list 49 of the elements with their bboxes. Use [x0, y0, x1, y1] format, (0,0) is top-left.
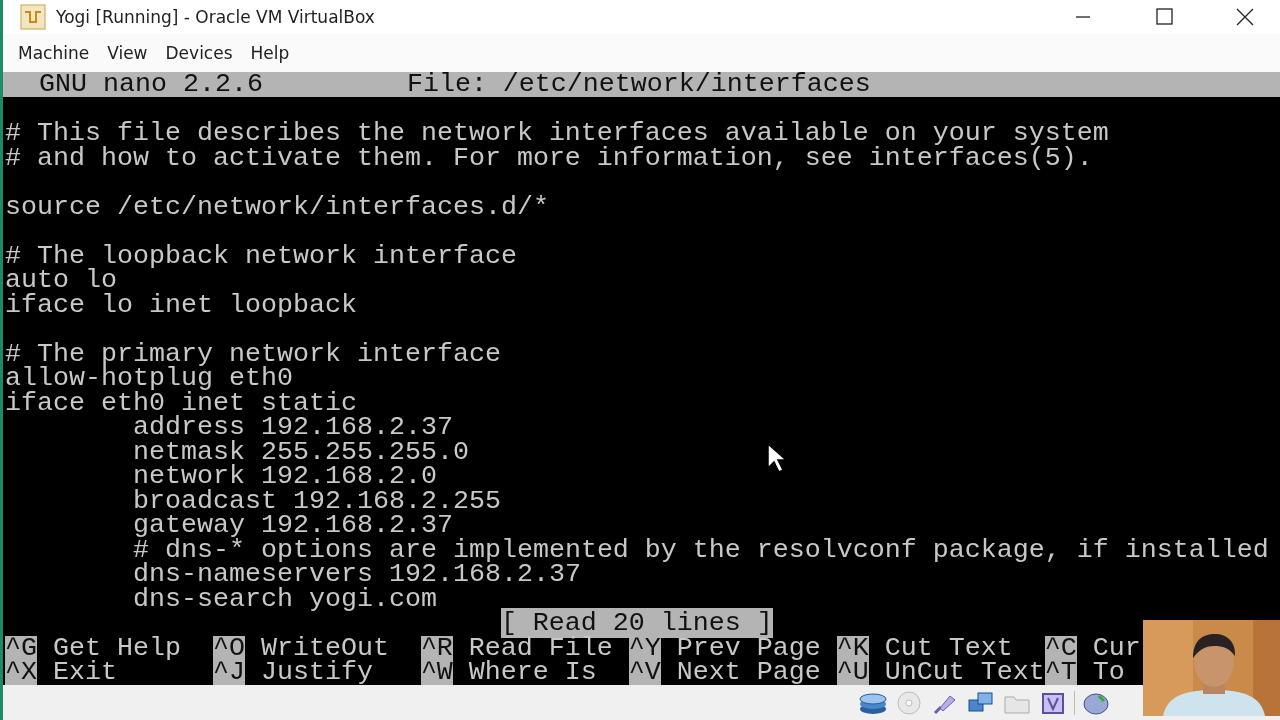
shortcut-label: Next Page [676, 660, 821, 685]
code-line: # and how to activate them. For more information, see interfaces(5). [5, 145, 1093, 170]
shortcut-key: ^R [420, 635, 453, 660]
shortcut-label: Exit [53, 660, 117, 685]
code-line: broadcast 192.168.2.255 [132, 488, 501, 513]
shortcut-label: Cut Text [884, 635, 1013, 660]
shortcut-key: ^U [836, 660, 869, 685]
shortcut-label: To [1092, 660, 1125, 685]
shortcut-key: ^G [5, 635, 37, 660]
menu-item[interactable]: Machine [9, 43, 99, 63]
shortcut-key: ^J [212, 660, 245, 685]
code-line: gateway 192.168.2.37 [132, 513, 453, 538]
menu-item[interactable]: View [98, 43, 157, 63]
shortcut-key: ^V [628, 660, 661, 685]
status-message: [ Read 20 lines ] [500, 608, 773, 638]
shortcut-key: ^C [1044, 635, 1077, 660]
menu-item[interactable]: Help [241, 43, 299, 63]
editor-version: GNU nano 2.2.6 [39, 72, 264, 97]
menu-item[interactable]: Devices [156, 43, 242, 63]
shortcut-key: ^O [212, 635, 245, 660]
shortcut-label: Prev Page [676, 635, 821, 660]
shortcut-key: ^K [836, 635, 869, 660]
code-line: iface eth0 inet static [5, 390, 357, 415]
shortcut-key: ^T [1044, 660, 1077, 685]
code-line: address 192.168.2.37 [132, 415, 453, 440]
code-line: # This file describes the network interfaces available on your system [5, 121, 1109, 146]
shortcut-label: UnCut Text [884, 660, 1045, 685]
code-line: allow-hotplug eth0 [5, 366, 293, 391]
shortcut-key: ^X [5, 660, 37, 685]
shortcut-label: WriteOut [260, 635, 389, 660]
shortcut-label: Where Is [468, 660, 597, 685]
code-line: # The primary network interface [5, 341, 501, 366]
code-line: # dns-* options are implemented by the resolvconf package, if installed [132, 537, 1269, 562]
code-line: dns-search yogi.com [132, 586, 437, 611]
shortcut-label: Get Help [53, 635, 181, 660]
shortcut-label: Read File [468, 635, 613, 660]
code-line: netmask 255.255.255.0 [132, 439, 469, 464]
file-name: File: /etc/network/interfaces [406, 72, 871, 97]
code-line: iface lo inet loopback [5, 292, 357, 317]
code-line: network 192.168.2.0 [132, 464, 437, 489]
code-line: dns-nameservers 192.168.2.37 [132, 562, 581, 587]
shortcut-label: Cur [1092, 635, 1141, 660]
shortcut-label: Justify [260, 660, 373, 685]
code-line: # The loopback network interface [5, 243, 517, 268]
code-line: auto lo [5, 268, 117, 293]
window-title: Yogi [Running] - Oracle VM VirtualBox [56, 7, 376, 27]
shortcut-key: ^W [420, 660, 453, 685]
code-line: source /etc/network/interfaces.d/* [5, 194, 549, 219]
app-icon [20, 4, 46, 30]
